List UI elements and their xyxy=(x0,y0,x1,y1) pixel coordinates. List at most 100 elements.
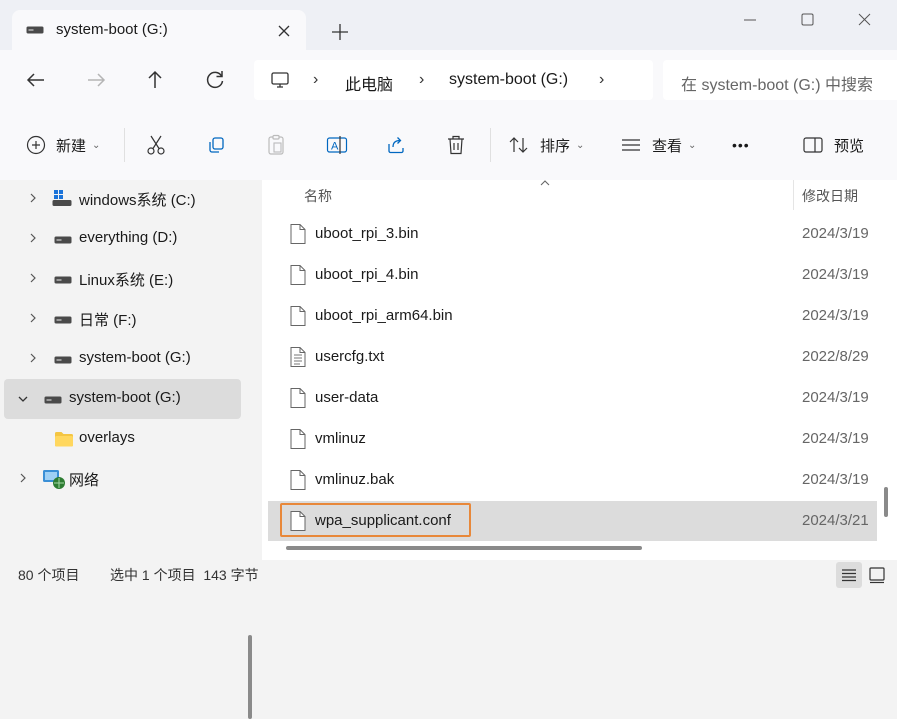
chevron-down-icon: ⌄ xyxy=(576,139,585,151)
new-button[interactable]: 新建 ⌄ xyxy=(26,132,100,158)
address-bar[interactable]: › 此电脑 › system-boot (G:) › xyxy=(254,60,653,100)
sort-icon xyxy=(508,135,530,155)
cut-icon[interactable] xyxy=(146,132,166,158)
close-window-icon[interactable] xyxy=(852,8,876,32)
nav-item-drive-c[interactable]: windows系统 (C:) xyxy=(4,180,241,218)
vertical-scrollbar-thumb[interactable] xyxy=(884,487,888,517)
file-row[interactable]: usercfg.txt 2022/8/29 xyxy=(268,337,877,377)
chevron-right-icon[interactable] xyxy=(26,231,40,245)
drive-icon xyxy=(44,395,62,405)
file-name: uboot_rpi_4.bin xyxy=(315,266,419,283)
nav-item-drive-d[interactable]: everything (D:) xyxy=(4,220,241,258)
chevron-right-icon[interactable]: › xyxy=(313,71,318,89)
file-icon xyxy=(290,469,306,491)
chevron-right-icon[interactable] xyxy=(26,271,40,285)
column-header-modified[interactable]: 修改日期 xyxy=(802,186,858,206)
delete-icon[interactable] xyxy=(446,132,466,158)
new-tab-icon[interactable] xyxy=(328,20,352,44)
selection-info: 选中 1 个项目 143 字节 xyxy=(110,567,259,583)
minimize-icon[interactable] xyxy=(738,8,762,32)
column-header-name[interactable]: 名称 xyxy=(304,186,332,206)
plus-circle-icon xyxy=(26,135,46,155)
details-view-icon[interactable] xyxy=(836,562,862,588)
nav-item-label: system-boot (G:) xyxy=(69,389,181,406)
nav-item-label: windows系统 (C:) xyxy=(79,192,196,209)
computer-icon xyxy=(270,70,290,90)
close-tab-icon[interactable] xyxy=(274,21,294,41)
refresh-icon[interactable] xyxy=(201,66,229,94)
nav-item-drive-g-selected[interactable]: system-boot (G:) xyxy=(4,379,241,419)
search-box[interactable]: 在 system-boot (G:) 中搜索 xyxy=(663,60,897,100)
drive-icon xyxy=(54,315,72,325)
forward-icon[interactable] xyxy=(82,66,110,94)
chevron-right-icon[interactable] xyxy=(16,471,30,485)
preview-label: 预览 xyxy=(834,137,865,155)
nav-item-drive-g[interactable]: system-boot (G:) xyxy=(4,340,241,378)
file-name: uboot_rpi_3.bin xyxy=(315,225,419,242)
file-date: 2024/3/19 xyxy=(802,307,869,324)
svg-text:A: A xyxy=(331,141,339,153)
file-row[interactable]: uboot_rpi_3.bin 2024/3/19 xyxy=(268,214,877,254)
file-row[interactable]: uboot_rpi_arm64.bin 2024/3/19 xyxy=(268,296,877,336)
chevron-right-icon[interactable] xyxy=(26,351,40,365)
nav-item-network[interactable]: 网络 xyxy=(4,460,241,498)
nav-item-drive-e[interactable]: Linux系统 (E:) xyxy=(4,260,241,298)
nav-item-drive-f[interactable]: 日常 (F:) xyxy=(4,300,241,338)
nav-scrollbar-thumb[interactable] xyxy=(248,635,252,719)
file-row[interactable]: uboot_rpi_4.bin 2024/3/19 xyxy=(268,255,877,295)
file-name: vmlinuz xyxy=(315,430,366,447)
view-label: 查看 xyxy=(652,137,683,155)
chevron-down-icon[interactable] xyxy=(16,392,30,406)
file-icon xyxy=(290,428,306,450)
more-options-icon[interactable]: ••• xyxy=(732,132,750,158)
up-icon[interactable] xyxy=(141,66,169,94)
file-date: 2024/3/19 xyxy=(802,430,869,447)
file-icon xyxy=(290,387,306,409)
file-date: 2024/3/19 xyxy=(802,389,869,406)
file-date: 2024/3/19 xyxy=(802,225,869,242)
toolbar-divider xyxy=(124,128,125,162)
file-row[interactable]: user-data 2024/3/19 xyxy=(268,378,877,418)
preview-pane-icon xyxy=(802,135,824,155)
chevron-right-icon[interactable]: › xyxy=(599,71,604,89)
focus-outline xyxy=(280,503,471,537)
back-icon[interactable] xyxy=(22,66,50,94)
horizontal-scrollbar-thumb[interactable] xyxy=(286,546,642,550)
nav-item-label: system-boot (G:) xyxy=(79,349,191,366)
search-placeholder: 在 system-boot (G:) 中搜索 xyxy=(681,77,874,94)
share-icon[interactable] xyxy=(386,132,406,158)
file-name: vmlinuz.bak xyxy=(315,471,395,488)
maximize-icon[interactable] xyxy=(795,8,819,32)
toolbar-divider xyxy=(490,128,491,162)
file-date: 2024/3/21 xyxy=(802,512,869,529)
tab-system-boot[interactable]: system-boot (G:) xyxy=(12,10,306,50)
file-row[interactable]: vmlinuz.bak 2024/3/19 xyxy=(268,460,877,500)
nav-item-label: everything (D:) xyxy=(79,229,178,246)
nav-item-overlays[interactable]: overlays xyxy=(4,420,241,458)
file-row[interactable]: vmlinuz 2024/3/19 xyxy=(268,419,877,459)
column-divider[interactable] xyxy=(793,180,794,210)
view-button[interactable]: 查看 ⌄ xyxy=(620,132,696,158)
view-icon xyxy=(620,135,642,155)
large-icons-view-icon[interactable] xyxy=(864,562,890,588)
chevron-right-icon[interactable] xyxy=(26,311,40,325)
preview-button[interactable]: 预览 xyxy=(802,132,864,158)
title-bar: system-boot (G:) xyxy=(0,0,897,50)
copy-icon[interactable] xyxy=(206,132,226,158)
nav-item-label: Linux系统 (E:) xyxy=(79,272,174,289)
breadcrumb-this-pc[interactable]: 此电脑 xyxy=(345,71,393,95)
drive-icon xyxy=(54,235,72,245)
breadcrumb-system-boot[interactable]: system-boot (G:) xyxy=(449,71,568,89)
chevron-down-icon: ⌄ xyxy=(688,139,697,151)
status-bar: 80 个项目 选中 1 个项目 143 字节 xyxy=(0,560,897,589)
new-label: 新建 xyxy=(56,137,87,155)
nav-item-label: overlays xyxy=(79,429,135,446)
sort-ascending-icon xyxy=(539,178,551,188)
chevron-right-icon[interactable] xyxy=(26,191,40,205)
paste-icon[interactable] xyxy=(266,132,286,158)
rename-icon[interactable]: A xyxy=(326,132,348,158)
tab-title: system-boot (G:) xyxy=(56,21,168,38)
file-name: uboot_rpi_arm64.bin xyxy=(315,307,453,324)
chevron-right-icon[interactable]: › xyxy=(419,71,424,89)
sort-button[interactable]: 排序 ⌄ xyxy=(508,132,584,158)
